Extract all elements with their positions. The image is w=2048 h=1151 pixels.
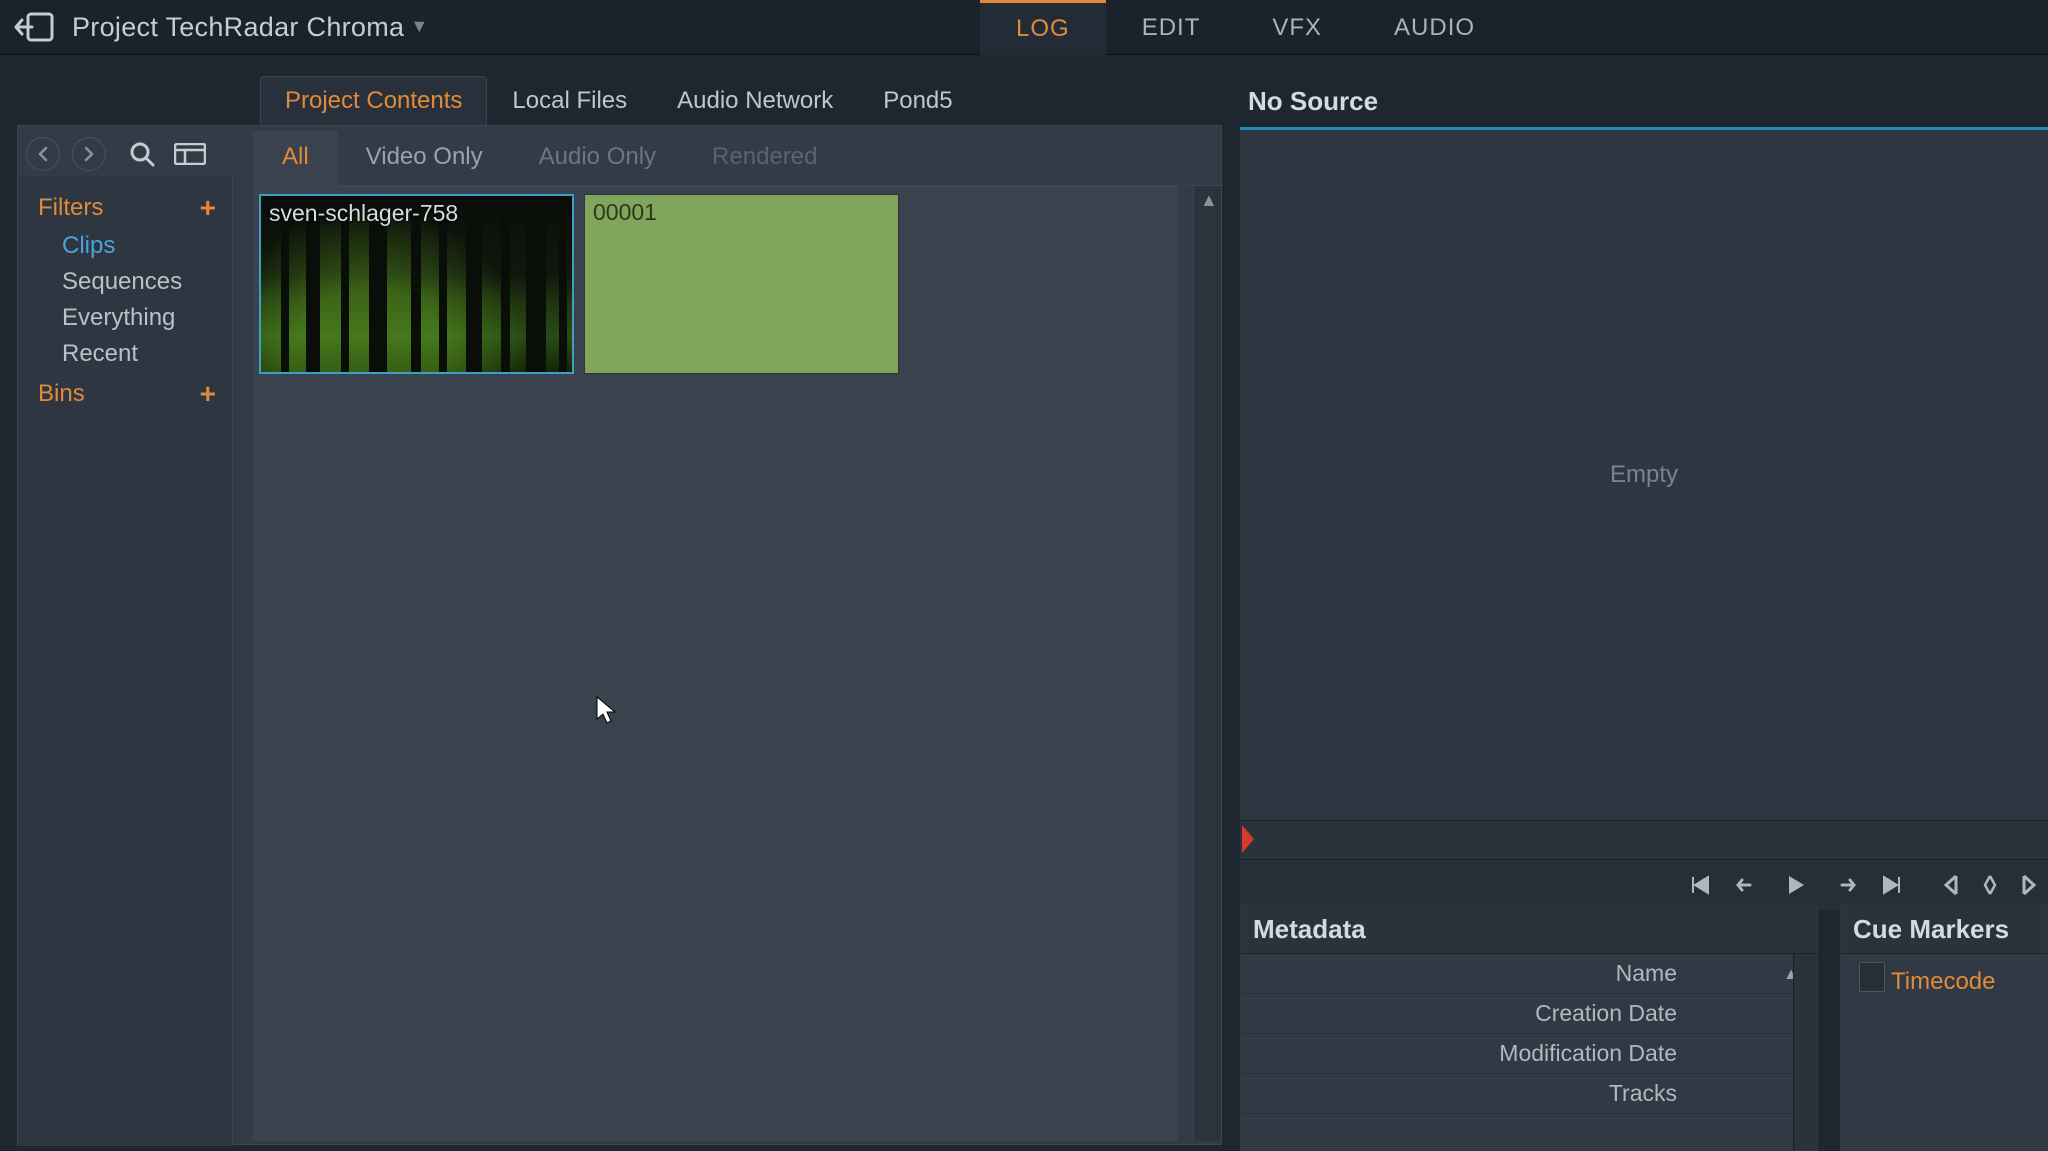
- filters-label: Filters: [38, 194, 103, 222]
- mode-tab-audio[interactable]: AUDIO: [1358, 0, 1511, 55]
- sidebar: Filters + Clips Sequences Everything Rec…: [18, 176, 233, 1146]
- play-button[interactable]: [1786, 874, 1806, 896]
- clear-marks-button[interactable]: [1982, 874, 1998, 896]
- nav-toolbar: [26, 132, 206, 176]
- nav-forward-button[interactable]: [72, 137, 106, 171]
- meta-label-name: Name: [1241, 960, 1691, 987]
- filter-sequences[interactable]: Sequences: [62, 268, 216, 296]
- clip-grid[interactable]: sven-schlager-758 00001: [253, 186, 1178, 1141]
- cursor-icon: [595, 695, 619, 731]
- filter-recent[interactable]: Recent: [62, 340, 216, 368]
- source-viewer: No Source Empty: [1240, 80, 2048, 880]
- filter-tab-all[interactable]: All: [253, 131, 338, 185]
- mode-tabs: LOG EDIT VFX AUDIO: [980, 0, 1511, 55]
- filter-tab-video-only[interactable]: Video Only: [338, 131, 511, 185]
- meta-label-tracks: Tracks: [1241, 1080, 1691, 1107]
- clip-label: sven-schlager-758: [269, 200, 458, 227]
- transport-controls: [1240, 860, 2048, 910]
- source-tab-local-files[interactable]: Local Files: [487, 76, 652, 126]
- dropdown-caret-icon[interactable]: ▼: [410, 16, 428, 37]
- filter-everything[interactable]: Everything: [62, 304, 216, 332]
- clip-label: 00001: [593, 199, 657, 226]
- mark-in-button[interactable]: [1942, 874, 1960, 896]
- step-forward-button[interactable]: [1828, 876, 1856, 894]
- cue-row-selector[interactable]: [1859, 962, 1885, 992]
- bins-label: Bins: [38, 380, 85, 408]
- titlebar: Project TechRadar Chroma ▼ LOG EDIT VFX …: [0, 0, 2048, 55]
- viewer-title: No Source: [1240, 80, 2048, 123]
- filter-tab-rendered[interactable]: Rendered: [684, 131, 845, 185]
- meta-label-creation-date: Creation Date: [1241, 1000, 1691, 1027]
- back-exit-icon[interactable]: [12, 11, 54, 43]
- mode-tab-log[interactable]: LOG: [980, 0, 1106, 55]
- step-back-button[interactable]: [1736, 876, 1764, 894]
- meta-label-modification-date: Modification Date: [1241, 1040, 1691, 1067]
- cue-col-timecode[interactable]: Timecode: [1891, 968, 2047, 996]
- layout-toggle-icon[interactable]: [174, 143, 206, 165]
- cue-markers-header: Cue Markers: [1841, 906, 2047, 954]
- grid-scrollbar[interactable]: ▲: [1193, 186, 1221, 1141]
- content-filter-tabs: All Video Only Audio Only Rendered: [253, 126, 1223, 186]
- metadata-panel: Metadata Name ▲ Creation Date Modificati…: [1240, 905, 1818, 1151]
- filter-clips[interactable]: Clips: [62, 232, 216, 260]
- viewer-screen[interactable]: Empty: [1240, 130, 2048, 820]
- filter-tab-audio-only[interactable]: Audio Only: [511, 131, 684, 185]
- bins-header: Bins +: [38, 378, 216, 410]
- mark-out-button[interactable]: [2020, 874, 2038, 896]
- scroll-up-icon[interactable]: ▲: [1200, 190, 1218, 211]
- meta-row-tracks[interactable]: Tracks: [1241, 1074, 1817, 1114]
- filters-header: Filters +: [38, 192, 216, 224]
- go-to-end-button[interactable]: [1878, 875, 1902, 895]
- source-tab-audio-network[interactable]: Audio Network: [652, 76, 858, 126]
- mode-tab-edit[interactable]: EDIT: [1106, 0, 1237, 55]
- add-bin-button[interactable]: +: [200, 378, 216, 410]
- viewer-timeline[interactable]: [1240, 820, 2048, 860]
- source-tab-project-contents[interactable]: Project Contents: [260, 76, 487, 126]
- nav-back-button[interactable]: [26, 137, 60, 171]
- metadata-header: Metadata: [1241, 906, 1817, 954]
- viewer-empty-label: Empty: [1610, 461, 1678, 489]
- clip-thumbnail-forest[interactable]: sven-schlager-758: [259, 194, 574, 374]
- metadata-scrollbar[interactable]: [1793, 954, 1817, 1150]
- project-title[interactable]: Project TechRadar Chroma: [72, 12, 404, 43]
- meta-row-creation-date[interactable]: Creation Date: [1241, 994, 1817, 1034]
- source-tab-pond5[interactable]: Pond5: [858, 76, 977, 126]
- project-panel: Filters + Clips Sequences Everything Rec…: [17, 125, 1222, 1145]
- source-tabs: Project Contents Local Files Audio Netwo…: [260, 76, 978, 126]
- cue-markers-panel: Cue Markers Timecode: [1840, 905, 2048, 1151]
- mark-in-icon[interactable]: [1242, 825, 1254, 853]
- add-filter-button[interactable]: +: [200, 192, 216, 224]
- go-to-start-button[interactable]: [1690, 875, 1714, 895]
- meta-row-modification-date[interactable]: Modification Date: [1241, 1034, 1817, 1074]
- clip-thumbnail-green[interactable]: 00001: [584, 194, 899, 374]
- search-icon[interactable]: [128, 140, 156, 168]
- meta-row-name[interactable]: Name: [1241, 954, 1817, 994]
- mode-tab-vfx[interactable]: VFX: [1236, 0, 1358, 55]
